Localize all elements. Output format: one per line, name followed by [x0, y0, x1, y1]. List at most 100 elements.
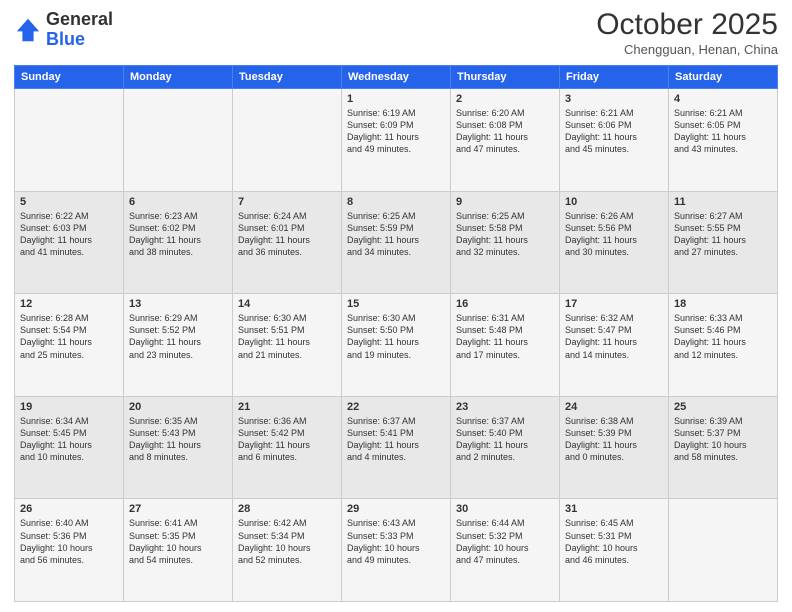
day-cell: 5 Sunrise: 6:22 AM Sunset: 6:03 PM Daylig…: [15, 191, 124, 294]
day-cell: 16 Sunrise: 6:31 AM Sunset: 5:48 PM Dayli…: [451, 294, 560, 397]
day-number: 16: [456, 298, 554, 310]
day-number: 11: [674, 196, 772, 208]
week-row-4: 19 Sunrise: 6:34 AM Sunset: 5:45 PM Dayli…: [15, 396, 778, 499]
day-number: 18: [674, 298, 772, 310]
day-info: Sunrise: 6:30 AM Sunset: 5:51 PM Dayligh…: [238, 312, 336, 361]
day-info: Sunrise: 6:39 AM Sunset: 5:37 PM Dayligh…: [674, 415, 772, 464]
day-info: Sunrise: 6:45 AM Sunset: 5:31 PM Dayligh…: [565, 517, 663, 566]
day-cell: 31 Sunrise: 6:45 AM Sunset: 5:31 PM Dayli…: [560, 499, 669, 602]
day-number: 23: [456, 401, 554, 413]
day-cell: 30 Sunrise: 6:44 AM Sunset: 5:32 PM Dayli…: [451, 499, 560, 602]
logo-general: General: [46, 10, 113, 30]
day-cell: [15, 89, 124, 192]
day-cell: 27Sunrise: 6:41 AM Sunset: 5:35 PM Dayli…: [124, 499, 233, 602]
day-cell: 3Sunrise: 6:21 AM Sunset: 6:06 PM Daylig…: [560, 89, 669, 192]
day-cell: 26 Sunrise: 6:40 AM Sunset: 5:36 PM Dayli…: [15, 499, 124, 602]
day-cell: 20 Sunrise: 6:35 AM Sunset: 5:43 PM Dayli…: [124, 396, 233, 499]
day-cell: [124, 89, 233, 192]
day-number: 12: [20, 298, 118, 310]
day-number: 27: [129, 503, 227, 515]
day-number: 1: [347, 93, 445, 105]
day-info: Sunrise: 6:44 AM Sunset: 5:32 PM Dayligh…: [456, 517, 554, 566]
logo-blue: Blue: [46, 30, 113, 50]
day-cell: 9 Sunrise: 6:25 AM Sunset: 5:58 PM Daylig…: [451, 191, 560, 294]
day-info: Sunrise: 6:35 AM Sunset: 5:43 PM Dayligh…: [129, 415, 227, 464]
day-number: 17: [565, 298, 663, 310]
logo: General Blue: [14, 10, 113, 50]
day-number: 21: [238, 401, 336, 413]
day-number: 24: [565, 401, 663, 413]
week-row-2: 5 Sunrise: 6:22 AM Sunset: 6:03 PM Daylig…: [15, 191, 778, 294]
day-cell: 6Sunrise: 6:23 AM Sunset: 6:02 PM Daylig…: [124, 191, 233, 294]
day-number: 9: [456, 196, 554, 208]
logo-icon: [14, 16, 42, 44]
day-number: 8: [347, 196, 445, 208]
day-info: Sunrise: 6:42 AM Sunset: 5:34 PM Dayligh…: [238, 517, 336, 566]
day-cell: 21 Sunrise: 6:36 AM Sunset: 5:42 PM Dayli…: [233, 396, 342, 499]
day-cell: 22Sunrise: 6:37 AM Sunset: 5:41 PM Dayli…: [342, 396, 451, 499]
day-number: 19: [20, 401, 118, 413]
day-cell: 11 Sunrise: 6:27 AM Sunset: 5:55 PM Dayli…: [669, 191, 778, 294]
day-cell: 29 Sunrise: 6:43 AM Sunset: 5:33 PM Dayli…: [342, 499, 451, 602]
day-info: Sunrise: 6:34 AM Sunset: 5:45 PM Dayligh…: [20, 415, 118, 464]
day-number: 26: [20, 503, 118, 515]
day-cell: [233, 89, 342, 192]
day-info: Sunrise: 6:36 AM Sunset: 5:42 PM Dayligh…: [238, 415, 336, 464]
day-cell: 25 Sunrise: 6:39 AM Sunset: 5:37 PM Dayli…: [669, 396, 778, 499]
day-cell: 7 Sunrise: 6:24 AM Sunset: 6:01 PM Daylig…: [233, 191, 342, 294]
week-row-1: 1 Sunrise: 6:19 AM Sunset: 6:09 PM Daylig…: [15, 89, 778, 192]
day-number: 10: [565, 196, 663, 208]
weekday-saturday: Saturday: [669, 66, 778, 89]
title-block: October 2025 Chengguan, Henan, China: [596, 10, 778, 57]
day-info: Sunrise: 6:27 AM Sunset: 5:55 PM Dayligh…: [674, 210, 772, 259]
day-cell: 23Sunrise: 6:37 AM Sunset: 5:40 PM Dayli…: [451, 396, 560, 499]
day-info: Sunrise: 6:19 AM Sunset: 6:09 PM Dayligh…: [347, 107, 445, 156]
week-row-3: 12 Sunrise: 6:28 AM Sunset: 5:54 PM Dayli…: [15, 294, 778, 397]
day-cell: 14 Sunrise: 6:30 AM Sunset: 5:51 PM Dayli…: [233, 294, 342, 397]
day-number: 14: [238, 298, 336, 310]
day-info: Sunrise: 6:43 AM Sunset: 5:33 PM Dayligh…: [347, 517, 445, 566]
day-info: Sunrise: 6:40 AM Sunset: 5:36 PM Dayligh…: [20, 517, 118, 566]
day-cell: [669, 499, 778, 602]
day-number: 4: [674, 93, 772, 105]
day-info: Sunrise: 6:20 AM Sunset: 6:08 PM Dayligh…: [456, 107, 554, 156]
day-cell: 13 Sunrise: 6:29 AM Sunset: 5:52 PM Dayli…: [124, 294, 233, 397]
day-info: Sunrise: 6:32 AM Sunset: 5:47 PM Dayligh…: [565, 312, 663, 361]
day-number: 29: [347, 503, 445, 515]
day-info: Sunrise: 6:22 AM Sunset: 6:03 PM Dayligh…: [20, 210, 118, 259]
week-row-5: 26 Sunrise: 6:40 AM Sunset: 5:36 PM Dayli…: [15, 499, 778, 602]
day-number: 25: [674, 401, 772, 413]
day-cell: 17 Sunrise: 6:32 AM Sunset: 5:47 PM Dayli…: [560, 294, 669, 397]
day-number: 13: [129, 298, 227, 310]
calendar-table: SundayMondayTuesdayWednesdayThursdayFrid…: [14, 65, 778, 602]
day-info: Sunrise: 6:26 AM Sunset: 5:56 PM Dayligh…: [565, 210, 663, 259]
day-number: 28: [238, 503, 336, 515]
location: Chengguan, Henan, China: [596, 42, 778, 57]
day-info: Sunrise: 6:29 AM Sunset: 5:52 PM Dayligh…: [129, 312, 227, 361]
day-number: 31: [565, 503, 663, 515]
day-cell: 10 Sunrise: 6:26 AM Sunset: 5:56 PM Dayli…: [560, 191, 669, 294]
day-info: Sunrise: 6:21 AM Sunset: 6:05 PM Dayligh…: [674, 107, 772, 156]
day-info: Sunrise: 6:25 AM Sunset: 5:59 PM Dayligh…: [347, 210, 445, 259]
weekday-header-row: SundayMondayTuesdayWednesdayThursdayFrid…: [15, 66, 778, 89]
day-cell: 28 Sunrise: 6:42 AM Sunset: 5:34 PM Dayli…: [233, 499, 342, 602]
day-number: 20: [129, 401, 227, 413]
day-number: 5: [20, 196, 118, 208]
day-cell: 1 Sunrise: 6:19 AM Sunset: 6:09 PM Daylig…: [342, 89, 451, 192]
day-info: Sunrise: 6:28 AM Sunset: 5:54 PM Dayligh…: [20, 312, 118, 361]
day-number: 2: [456, 93, 554, 105]
day-info: Sunrise: 6:21 AM Sunset: 6:06 PM Dayligh…: [565, 107, 663, 156]
day-info: Sunrise: 6:25 AM Sunset: 5:58 PM Dayligh…: [456, 210, 554, 259]
day-cell: 12 Sunrise: 6:28 AM Sunset: 5:54 PM Dayli…: [15, 294, 124, 397]
day-info: Sunrise: 6:31 AM Sunset: 5:48 PM Dayligh…: [456, 312, 554, 361]
day-info: Sunrise: 6:24 AM Sunset: 6:01 PM Dayligh…: [238, 210, 336, 259]
day-number: 30: [456, 503, 554, 515]
day-cell: 8 Sunrise: 6:25 AM Sunset: 5:59 PM Daylig…: [342, 191, 451, 294]
weekday-tuesday: Tuesday: [233, 66, 342, 89]
logo-text: General Blue: [46, 10, 113, 50]
day-number: 7: [238, 196, 336, 208]
day-info: Sunrise: 6:33 AM Sunset: 5:46 PM Dayligh…: [674, 312, 772, 361]
weekday-wednesday: Wednesday: [342, 66, 451, 89]
weekday-thursday: Thursday: [451, 66, 560, 89]
day-info: Sunrise: 6:37 AM Sunset: 5:41 PM Dayligh…: [347, 415, 445, 464]
